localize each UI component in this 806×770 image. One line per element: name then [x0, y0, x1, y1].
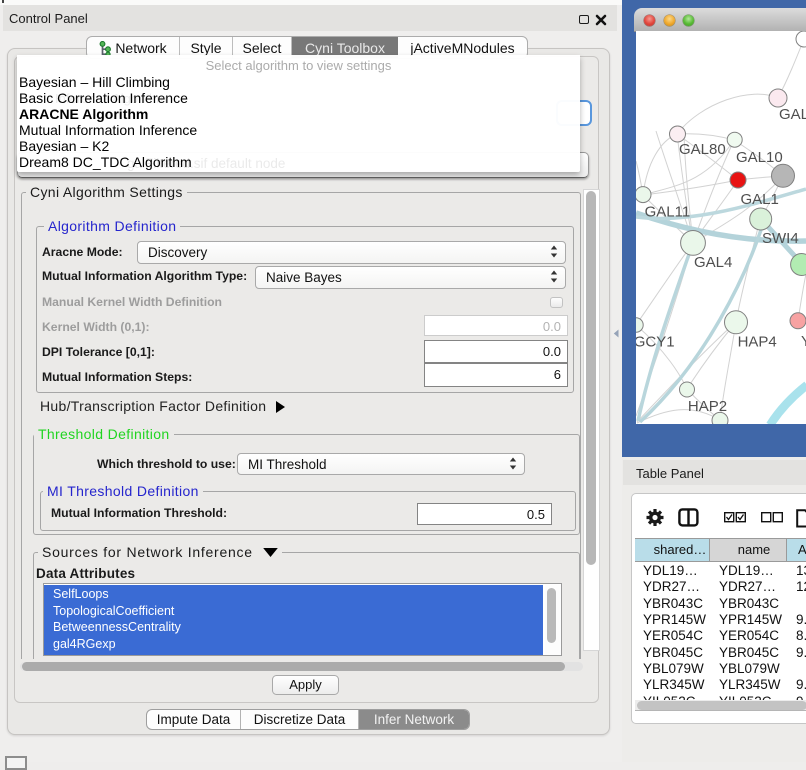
svg-text:GAL80: GAL80 — [679, 141, 726, 158]
svg-text:SWI4: SWI4 — [762, 230, 799, 247]
svg-text:GCY1: GCY1 — [636, 333, 675, 350]
svg-text:GAL10: GAL10 — [736, 149, 783, 166]
svg-text:HAP4: HAP4 — [738, 333, 777, 350]
svg-text:HAP2: HAP2 — [688, 398, 727, 415]
svg-text:GAL11: GAL11 — [645, 204, 691, 221]
svg-text:GAL7: GAL7 — [779, 106, 806, 123]
svg-text:Y: Y — [801, 333, 806, 350]
svg-text:GAL1: GAL1 — [741, 191, 779, 208]
svg-text:GAL4: GAL4 — [694, 254, 732, 271]
